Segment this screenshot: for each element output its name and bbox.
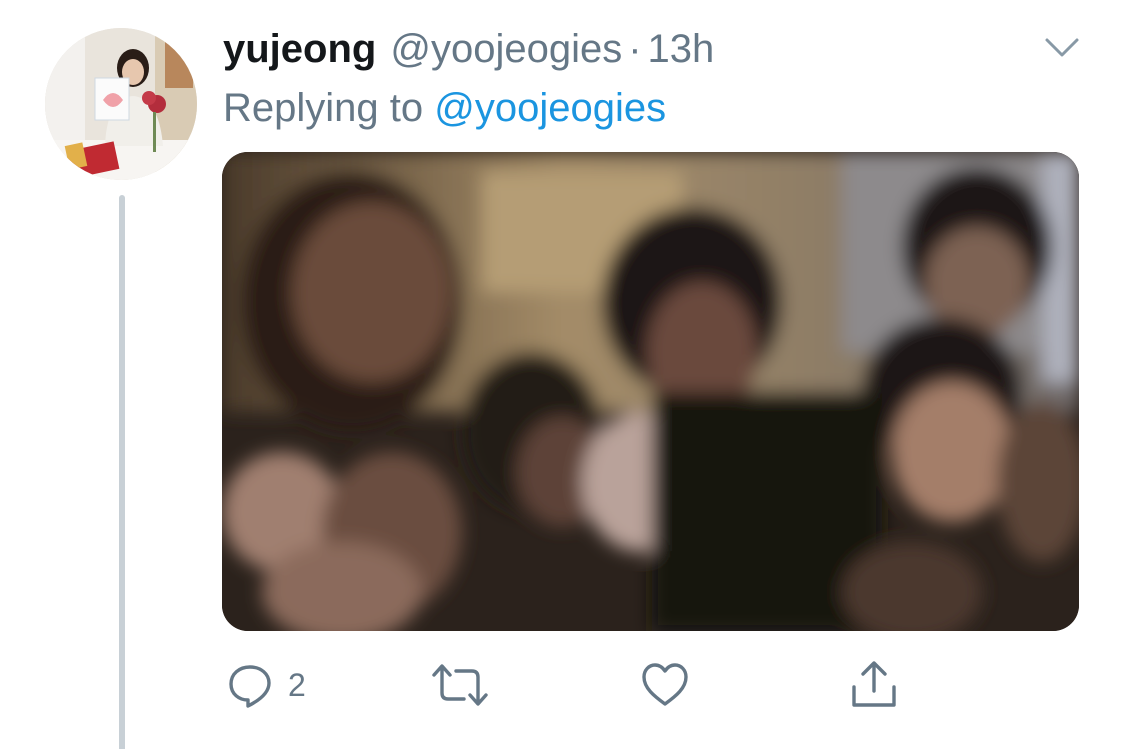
tweet: yujeong @yoojeogies · 13h Replying to @yooj… <box>0 0 1125 749</box>
share-button[interactable] <box>848 659 900 711</box>
separator-dot: · <box>628 27 642 71</box>
replying-to-label: Replying to <box>223 86 424 130</box>
timestamp[interactable]: 13h <box>648 27 715 71</box>
chevron-down-icon[interactable] <box>1040 30 1084 66</box>
tweet-photo[interactable] <box>222 152 1079 631</box>
replying-to-line: Replying to @yoojeogies <box>223 83 666 133</box>
user-handle[interactable]: @yoojeogies <box>390 27 622 71</box>
heart-icon <box>642 663 688 706</box>
avatar[interactable] <box>45 28 197 180</box>
retweet-icon <box>432 664 488 706</box>
thread-line <box>119 195 125 749</box>
photo-image <box>222 152 1079 631</box>
share-icon <box>852 661 896 707</box>
avatar-image <box>45 28 197 180</box>
like-button[interactable] <box>640 659 690 711</box>
retweet-button[interactable] <box>430 659 490 711</box>
reply-button[interactable]: 2 <box>226 659 306 711</box>
reply-icon <box>229 665 271 708</box>
display-name[interactable]: yujeong <box>223 27 376 71</box>
mention-link[interactable]: @yoojeogies <box>434 86 666 130</box>
tweet-header: yujeong @yoojeogies · 13h <box>223 24 714 74</box>
reply-count: 2 <box>288 666 306 703</box>
